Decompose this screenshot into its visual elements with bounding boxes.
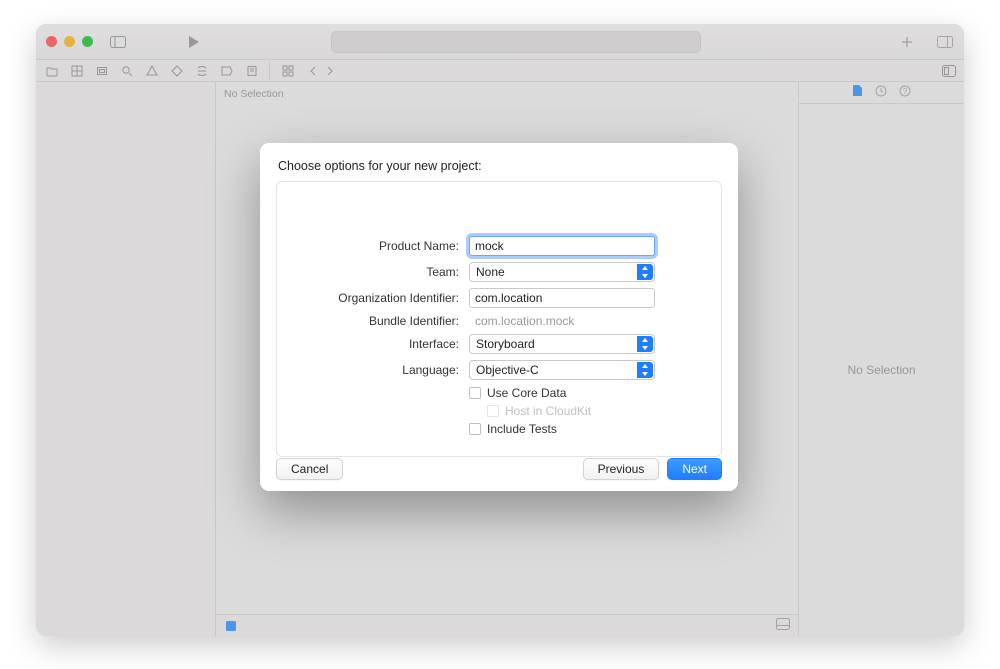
filter-icon[interactable] xyxy=(224,619,238,633)
editor-layout-icon[interactable] xyxy=(941,63,956,78)
core-data-checkbox[interactable] xyxy=(469,387,481,399)
file-inspector-tab-icon[interactable] xyxy=(852,84,863,102)
close-window-button[interactable] xyxy=(46,36,57,47)
core-data-label: Use Core Data xyxy=(487,386,566,400)
source-control-navigator-icon[interactable] xyxy=(69,63,84,78)
help-inspector-tab-icon[interactable]: ? xyxy=(899,84,911,102)
dropdown-stepper-icon xyxy=(637,336,653,352)
inspector-pane: ? No Selection xyxy=(798,82,964,636)
nav-forward-icon[interactable] xyxy=(322,63,337,78)
cloudkit-label: Host in CloudKit xyxy=(505,404,591,418)
report-navigator-icon[interactable] xyxy=(244,63,259,78)
interface-select[interactable]: Storyboard xyxy=(469,334,655,354)
run-button-icon[interactable] xyxy=(185,33,203,51)
cancel-button[interactable]: Cancel xyxy=(276,458,343,480)
svg-text:?: ? xyxy=(903,87,908,96)
minimize-window-button[interactable] xyxy=(64,36,75,47)
sidebar-toggle-icon[interactable] xyxy=(109,33,127,51)
navigator-pane xyxy=(36,82,216,636)
dropdown-stepper-icon xyxy=(637,264,653,280)
language-select[interactable]: Objective-C xyxy=(469,360,655,380)
include-tests-checkbox[interactable] xyxy=(469,423,481,435)
breakpoint-navigator-icon[interactable] xyxy=(219,63,234,78)
sheet-title: Choose options for your new project: xyxy=(260,143,738,181)
language-label: Language: xyxy=(305,363,459,377)
interface-select-value: Storyboard xyxy=(476,337,535,351)
debug-navigator-icon[interactable] xyxy=(194,63,209,78)
issue-navigator-icon[interactable] xyxy=(144,63,159,78)
editor-no-selection-text: No Selection xyxy=(216,82,798,106)
include-tests-label: Include Tests xyxy=(487,422,557,436)
debug-area-toggle-icon[interactable] xyxy=(776,617,790,635)
editor-grid-icon[interactable] xyxy=(280,63,295,78)
bundle-id-value: com.location.mock xyxy=(469,314,655,328)
previous-button[interactable]: Previous xyxy=(583,458,660,480)
team-select-value: None xyxy=(476,265,505,279)
history-inspector-tab-icon[interactable] xyxy=(875,84,887,102)
inspector-tabs: ? xyxy=(799,82,964,104)
team-label: Team: xyxy=(305,265,459,279)
titlebar xyxy=(36,24,964,60)
cloudkit-checkbox xyxy=(487,405,499,417)
dropdown-stepper-icon xyxy=(637,362,653,378)
sheet-form: Product Name: Team: None Organization Id… xyxy=(276,181,722,457)
library-icon[interactable] xyxy=(936,33,954,51)
bundle-id-label: Bundle Identifier: xyxy=(305,314,459,328)
language-select-value: Objective-C xyxy=(476,363,539,377)
scheme-status-field[interactable] xyxy=(331,31,701,53)
new-project-options-sheet: Choose options for your new project: Pro… xyxy=(260,143,738,491)
product-name-input[interactable] xyxy=(469,236,655,256)
zoom-window-button[interactable] xyxy=(82,36,93,47)
team-select[interactable]: None xyxy=(469,262,655,282)
org-id-label: Organization Identifier: xyxy=(305,291,459,305)
editor-bottom-bar xyxy=(216,614,798,636)
symbol-navigator-icon[interactable] xyxy=(94,63,109,78)
next-button[interactable]: Next xyxy=(667,458,722,480)
add-target-icon[interactable] xyxy=(898,33,916,51)
find-navigator-icon[interactable] xyxy=(119,63,134,78)
inspector-no-selection-text: No Selection xyxy=(847,363,915,377)
test-navigator-icon[interactable] xyxy=(169,63,184,78)
nav-back-icon[interactable] xyxy=(305,63,320,78)
navigator-selector-bar xyxy=(36,60,964,82)
sheet-footer: Cancel Previous Next xyxy=(260,457,738,491)
interface-label: Interface: xyxy=(305,337,459,351)
org-id-input[interactable] xyxy=(469,288,655,308)
product-name-label: Product Name: xyxy=(305,239,459,253)
window-controls xyxy=(46,36,93,47)
project-navigator-icon[interactable] xyxy=(44,63,59,78)
